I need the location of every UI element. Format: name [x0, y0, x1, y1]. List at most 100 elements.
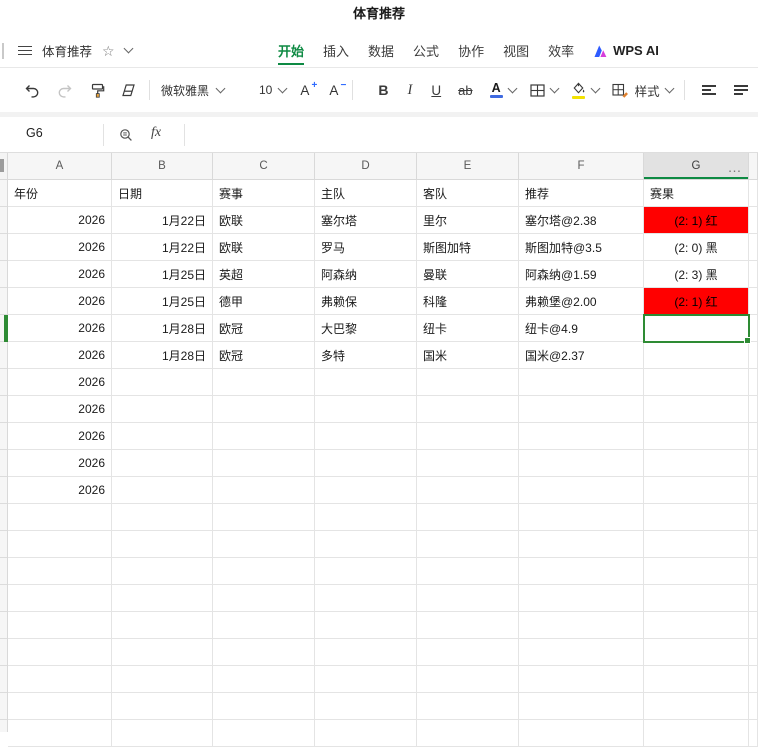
cell-C8[interactable]: [213, 369, 315, 396]
cell-G2[interactable]: (2: 1) 红: [644, 207, 749, 234]
cell-partial-2[interactable]: [749, 207, 758, 234]
cell-G14[interactable]: [644, 531, 749, 558]
cell-A6[interactable]: 2026: [8, 315, 112, 342]
cell-C19[interactable]: [213, 666, 315, 693]
cell-A19[interactable]: [8, 666, 112, 693]
format-painter-button[interactable]: [85, 77, 109, 103]
cell-D15[interactable]: [315, 558, 417, 585]
column-header-F[interactable]: F: [519, 153, 644, 180]
cell-G16[interactable]: [644, 585, 749, 612]
column-header-A[interactable]: A: [8, 153, 112, 180]
cell-C20[interactable]: [213, 693, 315, 720]
cell-C3[interactable]: 欧联: [213, 234, 315, 261]
cell-C14[interactable]: [213, 531, 315, 558]
cell-C10[interactable]: [213, 423, 315, 450]
cell-D17[interactable]: [315, 612, 417, 639]
cell-A9[interactable]: 2026: [8, 396, 112, 423]
cell-B19[interactable]: [112, 666, 213, 693]
cell-D18[interactable]: [315, 639, 417, 666]
font-size-select[interactable]: 10: [259, 83, 288, 97]
cell-partial-4[interactable]: [749, 261, 758, 288]
cell-B4[interactable]: 1月25日: [112, 261, 213, 288]
cell-C12[interactable]: [213, 477, 315, 504]
cell-partial-3[interactable]: [749, 234, 758, 261]
cell-G3[interactable]: (2: 0) 黑: [644, 234, 749, 261]
cell-G15[interactable]: [644, 558, 749, 585]
cell-G9[interactable]: [644, 396, 749, 423]
cell-E19[interactable]: [417, 666, 519, 693]
cell-F9[interactable]: [519, 396, 644, 423]
cell-E2[interactable]: 里尔: [417, 207, 519, 234]
cell-B12[interactable]: [112, 477, 213, 504]
cell-F19[interactable]: [519, 666, 644, 693]
cell-partial-20[interactable]: [749, 693, 758, 720]
tab-insert[interactable]: 插入: [323, 34, 349, 67]
cell-F5[interactable]: 弗赖堡@2.00: [519, 288, 644, 315]
cell-C4[interactable]: 英超: [213, 261, 315, 288]
cell-B1[interactable]: 日期: [112, 180, 213, 207]
cell-partial-13[interactable]: [749, 504, 758, 531]
cell-A14[interactable]: [8, 531, 112, 558]
cell-G18[interactable]: [644, 639, 749, 666]
undo-button[interactable]: [20, 77, 44, 103]
cell-F3[interactable]: 斯图加特@3.5: [519, 234, 644, 261]
cell-partial-18[interactable]: [749, 639, 758, 666]
cell-E13[interactable]: [417, 504, 519, 531]
cell-A17[interactable]: [8, 612, 112, 639]
cell-D9[interactable]: [315, 396, 417, 423]
cell-G12[interactable]: [644, 477, 749, 504]
cell-D16[interactable]: [315, 585, 417, 612]
cell-B21[interactable]: [112, 720, 213, 747]
cell-F11[interactable]: [519, 450, 644, 477]
tab-formulas[interactable]: 公式: [413, 34, 439, 67]
cell-E12[interactable]: [417, 477, 519, 504]
fill-color-button[interactable]: [571, 82, 601, 99]
hamburger-menu-icon[interactable]: [18, 43, 32, 58]
cell-B17[interactable]: [112, 612, 213, 639]
increase-font-button[interactable]: A +: [300, 80, 317, 98]
cell-E4[interactable]: 曼联: [417, 261, 519, 288]
cell-G11[interactable]: [644, 450, 749, 477]
row-header-strip[interactable]: [0, 180, 8, 732]
cell-C21[interactable]: [213, 720, 315, 747]
star-icon[interactable]: ☆: [102, 44, 115, 58]
cell-D12[interactable]: [315, 477, 417, 504]
column-more-button[interactable]: …: [722, 155, 748, 179]
cell-E20[interactable]: [417, 693, 519, 720]
cell-C16[interactable]: [213, 585, 315, 612]
cell-style-button[interactable]: 样式: [612, 81, 675, 100]
cell-F14[interactable]: [519, 531, 644, 558]
cell-G21[interactable]: [644, 720, 749, 747]
cell-E11[interactable]: [417, 450, 519, 477]
cell-B7[interactable]: 1月28日: [112, 342, 213, 369]
name-box[interactable]: G6: [26, 126, 43, 140]
cell-F2[interactable]: 塞尔塔@2.38: [519, 207, 644, 234]
align-left-button[interactable]: [701, 83, 716, 98]
cell-D1[interactable]: 主队: [315, 180, 417, 207]
cell-partial-14[interactable]: [749, 531, 758, 558]
cell-C15[interactable]: [213, 558, 315, 585]
cell-C18[interactable]: [213, 639, 315, 666]
cell-A15[interactable]: [8, 558, 112, 585]
cell-A2[interactable]: 2026: [8, 207, 112, 234]
font-color-button[interactable]: A: [489, 82, 518, 99]
cell-D10[interactable]: [315, 423, 417, 450]
cell-D14[interactable]: [315, 531, 417, 558]
cell-B15[interactable]: [112, 558, 213, 585]
cell-partial-9[interactable]: [749, 396, 758, 423]
cell-E8[interactable]: [417, 369, 519, 396]
chevron-down-icon[interactable]: [123, 43, 134, 54]
cell-D7[interactable]: 多特: [315, 342, 417, 369]
cell-C6[interactable]: 欧冠: [213, 315, 315, 342]
cell-B2[interactable]: 1月22日: [112, 207, 213, 234]
borders-button[interactable]: [529, 83, 560, 98]
cell-C7[interactable]: 欧冠: [213, 342, 315, 369]
cell-A10[interactable]: 2026: [8, 423, 112, 450]
bold-button[interactable]: B: [378, 82, 388, 98]
tab-view[interactable]: 视图: [503, 34, 529, 67]
tab-home[interactable]: 开始: [278, 34, 305, 67]
font-name-select[interactable]: 微软雅黑: [161, 82, 247, 99]
cell-partial-8[interactable]: [749, 369, 758, 396]
cell-partial-21[interactable]: [749, 720, 758, 747]
cell-E15[interactable]: [417, 558, 519, 585]
